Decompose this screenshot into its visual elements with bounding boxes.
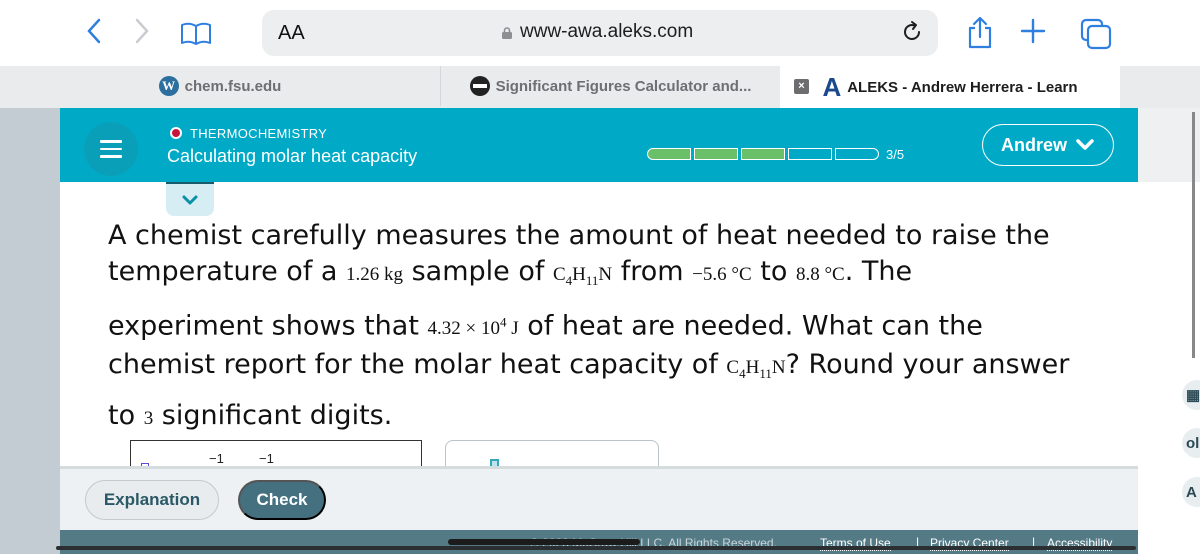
problem-line: temperature of a 1.26 kg sample of C4H11… bbox=[108, 254, 1128, 299]
progress-segment bbox=[647, 148, 691, 160]
subtopic-title: Calculating molar heat capacity bbox=[167, 146, 418, 166]
text-size-button[interactable]: AA bbox=[278, 22, 305, 45]
problem-line: experiment shows that 4.32 × 104 J of he… bbox=[108, 305, 1128, 347]
hamburger-menu-icon[interactable] bbox=[84, 122, 138, 176]
chemical-formula: C4H11N bbox=[552, 264, 613, 288]
sigfig-icon bbox=[469, 76, 490, 96]
final-temperature: 8.8 °C bbox=[795, 264, 845, 285]
close-tab-icon[interactable]: × bbox=[794, 79, 809, 94]
problem-text: to bbox=[751, 256, 796, 287]
vertical-scrollbar[interactable] bbox=[1192, 112, 1195, 358]
mass-value: 1.26 kg bbox=[346, 264, 404, 285]
tab-label: ALEKS - Andrew Herrera - Learn bbox=[847, 78, 1078, 96]
progress-segment bbox=[788, 148, 832, 160]
action-bar bbox=[60, 466, 1138, 530]
problem-line: to 3 significant digits. bbox=[108, 398, 1128, 437]
progress-segment bbox=[694, 148, 738, 160]
tab-chem-fsu[interactable]: W chem.fsu.edu bbox=[0, 66, 440, 106]
problem-line: A chemist carefully measures the amount … bbox=[108, 218, 1128, 254]
tab-strip: W chem.fsu.edu Significant Figures Calcu… bbox=[0, 66, 1200, 108]
new-tab-plus-icon[interactable] bbox=[1020, 14, 1046, 50]
user-menu-button[interactable]: Andrew bbox=[982, 124, 1114, 166]
progress-segment bbox=[835, 148, 879, 160]
user-name: Andrew bbox=[1000, 134, 1067, 155]
heat-value: 4.32 × 104 J bbox=[427, 314, 519, 340]
initial-temperature: −5.6 °C bbox=[692, 264, 752, 285]
chemical-formula: C4H11N bbox=[726, 357, 786, 381]
bookmarks-book-icon[interactable] bbox=[180, 22, 212, 52]
chevron-down-icon bbox=[182, 195, 198, 205]
wordpress-icon: W bbox=[158, 76, 179, 96]
aleks-header bbox=[60, 108, 1138, 182]
video-scrubber-progress[interactable] bbox=[448, 539, 640, 545]
progress-count: 3/5 bbox=[886, 147, 905, 162]
problem-line: chemist report for the molar heat capaci… bbox=[108, 347, 1128, 392]
problem-text: experiment shows that bbox=[108, 310, 428, 342]
forward-chevron-icon[interactable] bbox=[134, 18, 150, 50]
problem-text: sample of bbox=[403, 256, 553, 287]
tab-overview-icon[interactable] bbox=[1080, 18, 1112, 55]
progress-bar bbox=[647, 148, 879, 160]
problem-text: temperature of a bbox=[108, 256, 347, 287]
right-header-gap bbox=[1138, 108, 1200, 182]
back-chevron-icon[interactable] bbox=[86, 18, 102, 50]
explanation-button[interactable]: Explanation bbox=[85, 480, 219, 520]
share-icon[interactable] bbox=[966, 16, 994, 55]
topic-label: THERMOCHEMISTRY bbox=[190, 126, 328, 141]
aleks-logo-icon: A bbox=[822, 71, 842, 102]
problem-statement: A chemist carefully measures the amount … bbox=[108, 218, 1128, 437]
unit-exponent: −1 bbox=[209, 451, 224, 466]
tab-aleks[interactable]: × A ALEKS - Andrew Herrera - Learn bbox=[780, 66, 1120, 108]
tab-label: chem.fsu.edu bbox=[184, 77, 282, 95]
check-button[interactable]: Check bbox=[238, 480, 326, 520]
unit-exponent: −1 bbox=[259, 451, 274, 466]
problem-text: significant digits. bbox=[153, 399, 393, 431]
lock-icon bbox=[502, 26, 512, 39]
left-margin bbox=[0, 108, 60, 554]
problem-text: ? Round your answer bbox=[785, 349, 1070, 381]
tab-label: Significant Figures Calculator and... bbox=[495, 77, 752, 95]
problem-text: of heat are needed. What can the bbox=[518, 310, 983, 342]
problem-text: to bbox=[108, 399, 144, 431]
expand-toggle[interactable] bbox=[166, 182, 214, 216]
url-text[interactable]: www-awa.aleks.com bbox=[520, 21, 693, 43]
chevron-down-icon bbox=[1076, 139, 1094, 150]
browser-toolbar: AA www-awa.aleks.com bbox=[0, 0, 1200, 66]
problem-text: A chemist carefully measures the amount … bbox=[108, 220, 1050, 251]
reload-icon[interactable] bbox=[900, 20, 924, 49]
sig-digits-value: 3 bbox=[143, 407, 154, 429]
video-scrubber-track[interactable] bbox=[56, 546, 1136, 550]
topic-status-dot bbox=[170, 127, 182, 139]
tab-sigfig-calculator[interactable]: Significant Figures Calculator and... bbox=[440, 66, 780, 106]
progress-segment bbox=[741, 148, 785, 160]
problem-text: chemist report for the molar heat capaci… bbox=[108, 349, 727, 381]
problem-text: . The bbox=[844, 256, 913, 287]
problem-text: from bbox=[612, 256, 693, 287]
